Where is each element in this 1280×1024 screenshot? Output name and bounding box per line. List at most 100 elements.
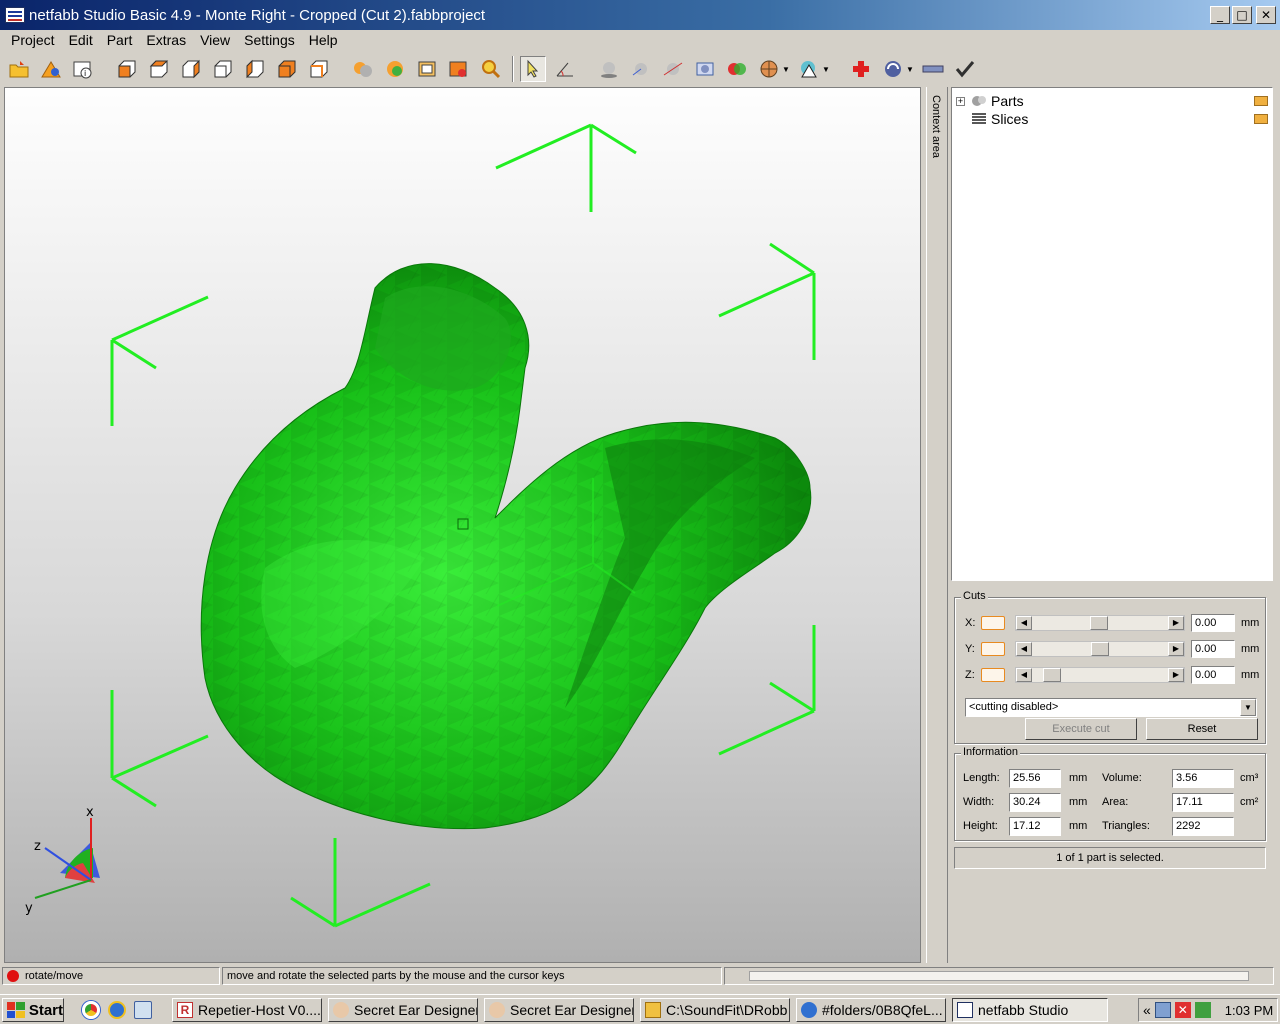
slider-right-arrow-icon[interactable]: ▶ bbox=[1168, 668, 1184, 682]
height-unit: mm bbox=[1069, 820, 1088, 832]
repair-warning-icon[interactable] bbox=[796, 56, 822, 82]
section-dropdown-icon[interactable]: ▼ bbox=[782, 65, 790, 74]
view-top-icon[interactable] bbox=[242, 56, 268, 82]
part-info-icon[interactable]: i bbox=[70, 56, 96, 82]
security-alert-icon[interactable]: ✕ bbox=[1174, 1002, 1191, 1018]
slider-thumb[interactable] bbox=[1090, 616, 1108, 630]
menu-view[interactable]: View bbox=[193, 32, 237, 48]
close-button[interactable]: ✕ bbox=[1256, 6, 1276, 24]
slider-left-arrow-icon[interactable]: ◀ bbox=[1016, 616, 1032, 630]
tree-item-parts[interactable]: + Parts bbox=[956, 92, 1024, 110]
slider-right-arrow-icon[interactable]: ▶ bbox=[1168, 642, 1184, 656]
execute-cut-button[interactable]: Execute cut bbox=[1025, 718, 1137, 740]
cut-value-x[interactable]: 0.00 bbox=[1191, 614, 1235, 632]
view-front-icon[interactable] bbox=[114, 56, 140, 82]
task-secret-ear-designer-1[interactable]: Secret Ear Designer bbox=[328, 998, 478, 1022]
analysis-icon[interactable] bbox=[880, 56, 906, 82]
task-repetier-host[interactable]: R Repetier-Host V0.... bbox=[172, 998, 322, 1022]
add-part-icon[interactable] bbox=[38, 56, 64, 82]
cut-value-z[interactable]: 0.00 bbox=[1191, 666, 1235, 684]
place-on-platform-icon[interactable] bbox=[596, 56, 622, 82]
task-explorer-folder[interactable]: C:\SoundFit\DRobb bbox=[640, 998, 790, 1022]
bounding-box-icon[interactable] bbox=[446, 56, 472, 82]
menu-extras[interactable]: Extras bbox=[139, 32, 193, 48]
menu-edit[interactable]: Edit bbox=[62, 32, 100, 48]
parts-folder-icon[interactable] bbox=[1254, 96, 1268, 106]
analysis-dropdown-icon[interactable]: ▼ bbox=[906, 65, 914, 74]
area-value: 17.11 bbox=[1172, 793, 1234, 812]
folder-icon bbox=[645, 1002, 661, 1018]
triangles-label: Triangles: bbox=[1102, 820, 1150, 832]
boolean-icon[interactable] bbox=[724, 56, 750, 82]
information-title: Information bbox=[961, 746, 1021, 758]
start-button[interactable]: Start bbox=[2, 998, 64, 1022]
view-right-icon[interactable] bbox=[210, 56, 236, 82]
area-unit: cm² bbox=[1240, 796, 1259, 808]
network-icon[interactable] bbox=[1154, 1002, 1171, 1018]
cut-axis-label: X: bbox=[965, 617, 976, 629]
cut-slider-y[interactable]: ◀ ▶ bbox=[1015, 641, 1185, 657]
scale-part-icon[interactable] bbox=[692, 56, 718, 82]
cut-axis-label: Z: bbox=[965, 669, 975, 681]
maximize-button[interactable]: □ bbox=[1232, 6, 1252, 24]
cut-value-y[interactable]: 0.00 bbox=[1191, 640, 1235, 658]
task-netfabb-studio[interactable]: netfabb Studio bbox=[952, 998, 1108, 1022]
cut-slider-x[interactable]: ◀ ▶ bbox=[1015, 615, 1185, 631]
my-pc-icon[interactable] bbox=[1194, 1002, 1211, 1018]
ear-designer-icon bbox=[333, 1002, 349, 1018]
view-back-icon[interactable] bbox=[146, 56, 172, 82]
menu-help[interactable]: Help bbox=[302, 32, 345, 48]
ruler-icon[interactable] bbox=[920, 56, 946, 82]
tree-expand-icon[interactable]: + bbox=[956, 96, 965, 106]
slices-folder-icon[interactable] bbox=[1254, 114, 1268, 124]
axis-y-label: y bbox=[25, 901, 33, 916]
slider-thumb[interactable] bbox=[1091, 642, 1109, 656]
wireframe-icon[interactable] bbox=[414, 56, 440, 82]
cut-toggle-z[interactable] bbox=[981, 668, 1005, 682]
tray-expand-icon[interactable]: « bbox=[1143, 1002, 1151, 1018]
slider-left-arrow-icon[interactable]: ◀ bbox=[1016, 668, 1032, 682]
measure-angle-icon[interactable] bbox=[552, 56, 578, 82]
task-browser-folders[interactable]: #folders/0B8QfeL... bbox=[796, 998, 946, 1022]
view-iso-icon[interactable] bbox=[306, 56, 332, 82]
show-desktop-icon[interactable] bbox=[134, 1001, 152, 1019]
3d-viewport[interactable]: x z y bbox=[4, 87, 921, 963]
menu-project[interactable]: Project bbox=[4, 32, 62, 48]
netfabb-app-icon[interactable] bbox=[5, 7, 25, 23]
shading-icon[interactable] bbox=[350, 56, 376, 82]
menu-settings[interactable]: Settings bbox=[237, 32, 302, 48]
chevron-down-icon[interactable]: ▼ bbox=[1240, 699, 1256, 716]
task-secret-ear-designer-2[interactable]: Secret Ear Designer bbox=[484, 998, 634, 1022]
color-icon[interactable] bbox=[382, 56, 408, 82]
move-part-icon[interactable] bbox=[660, 56, 686, 82]
3d-scene[interactable]: x z y bbox=[5, 88, 921, 963]
internet-explorer-icon[interactable] bbox=[108, 1001, 126, 1019]
menu-part[interactable]: Part bbox=[100, 32, 140, 48]
cut-slider-z[interactable]: ◀ ▶ bbox=[1015, 667, 1185, 683]
slider-left-arrow-icon[interactable]: ◀ bbox=[1016, 642, 1032, 656]
context-area-tab[interactable]: Context area bbox=[926, 87, 948, 963]
tree-item-slices[interactable]: Slices bbox=[956, 110, 1028, 128]
cut-mode-select[interactable]: <cutting disabled> ▼ bbox=[965, 698, 1257, 717]
section-icon[interactable] bbox=[756, 56, 782, 82]
slider-thumb[interactable] bbox=[1043, 668, 1061, 682]
select-pointer-icon[interactable] bbox=[520, 56, 546, 82]
zoom-icon[interactable] bbox=[478, 56, 504, 82]
repair-cross-icon[interactable] bbox=[848, 56, 874, 82]
cut-toggle-y[interactable] bbox=[981, 642, 1005, 656]
chrome-icon[interactable] bbox=[82, 1001, 100, 1019]
slider-right-arrow-icon[interactable]: ▶ bbox=[1168, 616, 1184, 630]
view-bottom-icon[interactable] bbox=[274, 56, 300, 82]
ear-model[interactable] bbox=[200, 263, 812, 830]
apply-checkmark-icon[interactable] bbox=[952, 56, 978, 82]
project-tree[interactable]: + Parts Slices bbox=[951, 87, 1273, 581]
view-left-icon[interactable] bbox=[178, 56, 204, 82]
open-project-icon[interactable] bbox=[6, 56, 32, 82]
minimize-button[interactable]: _ bbox=[1210, 6, 1230, 24]
rotate-part-icon[interactable] bbox=[628, 56, 654, 82]
status-indicator-icon bbox=[7, 970, 19, 982]
reset-button[interactable]: Reset bbox=[1146, 718, 1258, 740]
cut-toggle-x[interactable] bbox=[981, 616, 1005, 630]
tree-item-label: Parts bbox=[991, 93, 1024, 109]
repair-dropdown-icon[interactable]: ▼ bbox=[822, 65, 830, 74]
